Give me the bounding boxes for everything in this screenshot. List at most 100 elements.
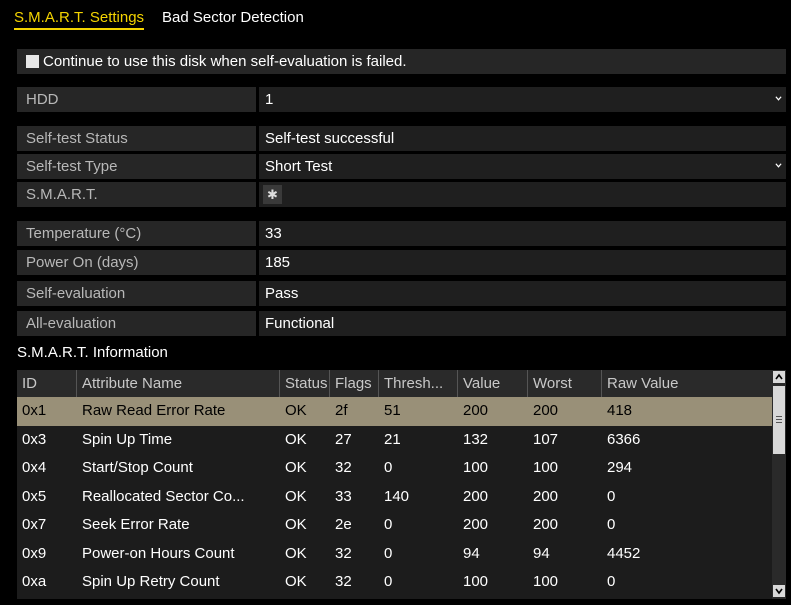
hdd-label: HDD [17, 87, 259, 112]
cell-flags: 2e [335, 516, 352, 533]
cell-value: 132 [463, 430, 489, 448]
scroll-up-icon[interactable] [773, 371, 785, 383]
smart-label: S.M.A.R.T. [17, 182, 259, 207]
self-test-type-select[interactable]: Short Test [259, 154, 786, 179]
tab-bad-sector-detection[interactable]: Bad Sector Detection [162, 6, 304, 32]
tab-smart-settings[interactable]: S.M.A.R.T. Settings [14, 6, 145, 30]
cell-flags: 27 [335, 430, 352, 448]
table-row[interactable]: 0x7 Seek Error Rate OK 2e 0 200 200 0 [17, 511, 772, 540]
cell-id: 0x1 [22, 402, 47, 419]
chevron-down-icon [775, 96, 782, 101]
column-header[interactable]: Raw Value [602, 370, 772, 397]
cell-status: OK [285, 487, 307, 505]
temperature-row: Temperature (°C) 33 [17, 221, 786, 246]
cell-attribute-name: Spin Up Time [82, 430, 173, 448]
self-evaluation-value: Pass [259, 281, 786, 306]
hdd-row: HDD 1 [17, 87, 786, 112]
cell-flags: 32 [335, 544, 352, 562]
cell-worst: 107 [533, 430, 559, 448]
cell-attribute-name: Spin Up Retry Count [82, 573, 220, 590]
cell-status: OK [285, 516, 307, 533]
cell-status: OK [285, 544, 307, 562]
cell-id: 0x5 [22, 487, 47, 505]
self-test-type-row: Self-test Type Short Test [17, 154, 786, 179]
continue-use-checkbox[interactable] [26, 55, 39, 68]
hdd-value: 1 [265, 91, 274, 108]
cell-id: 0x4 [22, 459, 47, 476]
column-header[interactable]: Worst [528, 370, 602, 397]
cell-threshold: 0 [384, 544, 393, 562]
cell-status: OK [285, 573, 307, 590]
self-evaluation-label: Self-evaluation [17, 281, 259, 306]
table-scrollbar[interactable] [772, 370, 786, 599]
column-header[interactable]: Thresh... [379, 370, 458, 397]
column-header[interactable]: Attribute Name [77, 370, 280, 397]
table-row[interactable]: 0x3 Spin Up Time OK 27 21 132 107 6366 [17, 426, 772, 455]
all-evaluation-value: Functional [259, 311, 786, 336]
cell-value: 200 [463, 487, 489, 505]
smart-row: S.M.A.R.T. ✱ [17, 182, 786, 207]
cell-attribute-name: Power-on Hours Count [82, 544, 235, 562]
chevron-down-icon [775, 163, 782, 168]
cell-worst: 200 [533, 402, 559, 419]
column-header[interactable]: ID [17, 370, 77, 397]
gear-icon[interactable]: ✱ [263, 185, 282, 204]
cell-id: 0x7 [22, 516, 47, 533]
cell-worst: 100 [533, 573, 559, 590]
cell-raw-value: 0 [607, 573, 616, 590]
cell-status: OK [285, 430, 307, 448]
cell-threshold: 51 [384, 402, 401, 419]
cell-raw-value: 0 [607, 516, 616, 533]
cell-flags: 32 [335, 459, 352, 476]
cell-flags: 32 [335, 573, 352, 590]
cell-value: 200 [463, 516, 489, 533]
cell-threshold: 140 [384, 487, 410, 505]
table-row[interactable]: 0xa Spin Up Retry Count OK 32 0 100 100 0 [17, 568, 772, 597]
cell-flags: 2f [335, 402, 348, 419]
cell-threshold: 0 [384, 573, 393, 590]
cell-threshold: 0 [384, 459, 393, 476]
cell-worst: 94 [533, 544, 550, 562]
hdd-select[interactable]: 1 [259, 87, 786, 112]
temperature-label: Temperature (°C) [17, 221, 259, 246]
smart-information-title: S.M.A.R.T. Information [17, 344, 168, 361]
scrollbar-thumb[interactable] [773, 386, 785, 454]
column-header[interactable]: Flags [330, 370, 379, 397]
cell-id: 0x3 [22, 430, 47, 448]
all-evaluation-label: All-evaluation [17, 311, 259, 336]
cell-attribute-name: Start/Stop Count [82, 459, 193, 476]
table-header: ID Attribute Name Status Flags Thresh...… [17, 370, 772, 397]
cell-raw-value: 294 [607, 459, 633, 476]
table-row[interactable]: 0x1 Raw Read Error Rate OK 2f 51 200 200 418 [17, 397, 772, 426]
table-row[interactable]: 0x5 Reallocated Sector Co... OK 33 140 200 200… [17, 483, 772, 512]
self-test-type-value: Short Test [265, 158, 333, 175]
table-body: 0x1 Raw Read Error Rate OK 2f 51 200 200 418 0x3… [17, 397, 772, 597]
cell-attribute-name: Raw Read Error Rate [82, 402, 226, 419]
cell-flags: 33 [335, 487, 352, 505]
table-row[interactable]: 0x4 Start/Stop Count OK 32 0 100 100 294 [17, 454, 772, 483]
table-row[interactable]: 0x9 Power-on Hours Count OK 32 0 94 94 4452 [17, 540, 772, 569]
cell-value: 100 [463, 459, 489, 476]
all-evaluation-row: All-evaluation Functional [17, 311, 786, 336]
cell-attribute-name: Seek Error Rate [82, 516, 190, 533]
column-header[interactable]: Status [280, 370, 330, 397]
scroll-down-icon[interactable] [773, 585, 785, 597]
temperature-value: 33 [259, 221, 786, 246]
cell-id: 0xa [22, 573, 47, 590]
cell-worst: 200 [533, 487, 559, 505]
self-test-type-label: Self-test Type [17, 154, 259, 179]
power-on-label: Power On (days) [17, 250, 259, 275]
column-header[interactable]: Value [458, 370, 528, 397]
cell-value: 94 [463, 544, 480, 562]
self-test-status-label: Self-test Status [17, 126, 259, 151]
continue-use-label: Continue to use this disk when self-eval… [43, 53, 407, 70]
cell-threshold: 21 [384, 430, 401, 448]
cell-attribute-name: Reallocated Sector Co... [82, 487, 245, 505]
cell-threshold: 0 [384, 516, 393, 533]
power-on-value: 185 [259, 250, 786, 275]
cell-status: OK [285, 402, 307, 419]
self-evaluation-row: Self-evaluation Pass [17, 281, 786, 306]
cell-status: OK [285, 459, 307, 476]
continue-use-row: Continue to use this disk when self-eval… [17, 49, 786, 74]
tab-bar: S.M.A.R.T. Settings Bad Sector Detection [14, 6, 304, 32]
